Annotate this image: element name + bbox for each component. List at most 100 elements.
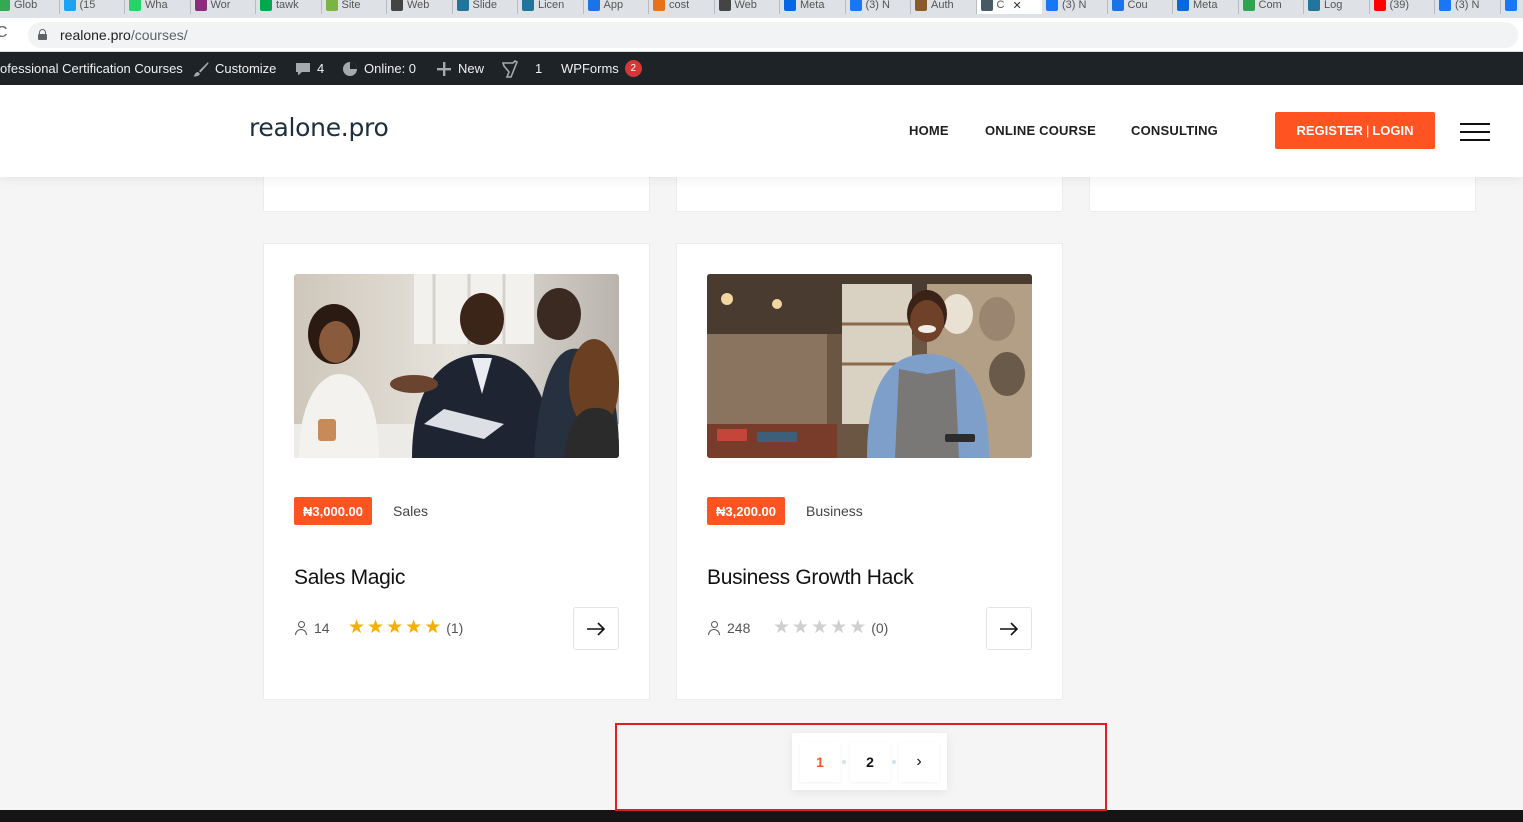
browser-tab[interactable]: Com [1239, 0, 1304, 14]
yoast-icon [501, 59, 519, 78]
site-logo[interactable]: realone.pro [249, 113, 389, 142]
tab-title: Wor [210, 0, 231, 11]
admin-bar-seo[interactable]: 1 [501, 52, 542, 85]
course-category[interactable]: Sales [393, 503, 428, 519]
admin-bar-comments[interactable]: 4 [295, 52, 324, 85]
browser-tab[interactable]: (3) N [1042, 0, 1108, 14]
tab-title: Meta [1193, 0, 1218, 11]
star-icon: ★ [792, 617, 810, 638]
browser-tab[interactable]: Cou [1108, 0, 1173, 14]
review-count: (1) [446, 620, 464, 636]
tab-favicon-icon [1177, 0, 1189, 11]
admin-bar-customize[interactable]: Customize [193, 52, 276, 85]
course-title[interactable]: Sales Magic [294, 566, 405, 590]
star-icon: ★ [424, 617, 442, 638]
browser-tab[interactable]: Auth [911, 0, 977, 14]
tab-favicon-icon [980, 0, 993, 11]
browser-tab[interactable]: (3) N [1435, 0, 1501, 14]
course-image-shop-owner[interactable] [707, 274, 1032, 458]
star-icon: ★ [773, 617, 791, 638]
tab-favicon-icon [1504, 0, 1517, 11]
tab-title: Slide [472, 0, 497, 11]
page-link-1[interactable]: 1 [800, 742, 840, 782]
course-students: 14 [294, 620, 330, 636]
browser-tab[interactable]: Log [1304, 0, 1370, 14]
reload-icon[interactable]: C [0, 24, 8, 42]
tab-favicon-icon [194, 0, 207, 11]
course-open-button[interactable] [986, 607, 1032, 650]
browser-tab[interactable] [1501, 0, 1523, 14]
tab-close-icon[interactable]: ✕ [1012, 0, 1021, 12]
star-icon: ★ [830, 617, 848, 638]
site-header: realone.pro HOME ONLINE COURSE CONSULTIN… [0, 85, 1523, 177]
browser-tab[interactable]: C ✕ [976, 0, 1042, 14]
tab-favicon-icon [522, 0, 534, 11]
tab-title: App [603, 0, 624, 11]
tab-title: C [996, 0, 1005, 11]
tab-favicon-icon [391, 0, 403, 11]
tab-title: Com [1258, 0, 1282, 11]
next-page-button[interactable]: › [899, 742, 939, 782]
tab-favicon-icon [1439, 0, 1451, 11]
browser-tab-strip: Glob (15 Wha Wor tawk Site Web Slide Licen App cos… [0, 0, 1523, 18]
course-card-sales-magic: ₦3,000.00 Sales Sales Magic 14 ★ ★ ★ ★ ★… [263, 243, 650, 700]
tab-favicon-icon [849, 0, 862, 11]
admin-bar-new[interactable]: New [436, 52, 484, 85]
star-icon: ★ [367, 617, 385, 638]
browser-tab[interactable]: Web [387, 0, 453, 14]
browser-tab[interactable]: tawk [256, 0, 322, 14]
course-title[interactable]: Business Growth Hack [707, 566, 914, 590]
browser-tab[interactable]: cost [649, 0, 715, 14]
login-link[interactable]: LOGIN [1372, 123, 1413, 138]
register-link[interactable]: REGISTER [1296, 123, 1362, 138]
browser-tab[interactable]: Meta [1173, 0, 1239, 14]
tab-favicon-icon [1111, 0, 1124, 11]
page-link-2[interactable]: 2 [850, 742, 890, 782]
course-rating: ★ ★ ★ ★ ★ (1) [348, 617, 464, 638]
course-open-button[interactable] [573, 607, 619, 650]
browser-tab[interactable]: Wor [191, 0, 256, 14]
site-footer [0, 810, 1523, 822]
star-icon: ★ [348, 617, 366, 638]
browser-tab[interactable]: Slide [453, 0, 518, 14]
hamburger-menu-icon[interactable] [1460, 123, 1490, 141]
url-field[interactable]: realone.pro/courses/ [28, 22, 1518, 48]
url-text: realone.pro/courses/ [60, 27, 188, 43]
tab-title: (39) [1389, 0, 1410, 11]
pagination: 1 2 › [792, 733, 947, 790]
browser-tab[interactable]: Wha [125, 0, 191, 14]
course-image-business-meeting[interactable] [294, 274, 619, 458]
course-category[interactable]: Business [806, 503, 863, 519]
browser-tab[interactable]: Site [322, 0, 387, 14]
browser-tab[interactable]: Glob [0, 0, 60, 14]
tab-favicon-icon [915, 0, 927, 11]
browser-tab[interactable]: Licen [518, 0, 584, 14]
tab-favicon-icon [260, 0, 272, 11]
browser-tab[interactable]: (39) [1370, 0, 1435, 14]
admin-bar-wpforms[interactable]: WPForms 2 [561, 52, 642, 85]
tab-title: Auth [931, 0, 954, 11]
browser-tab[interactable]: Web [715, 0, 780, 14]
nav-home[interactable]: HOME [909, 123, 949, 138]
tab-favicon-icon [1242, 0, 1255, 11]
admin-bar-site-name[interactable]: ofessional Certification Courses [0, 52, 183, 85]
course-rating: ★ ★ ★ ★ ★ (0) [773, 617, 888, 638]
tab-title: (3) N [1455, 0, 1480, 11]
student-count: 248 [727, 620, 751, 636]
browser-tab[interactable]: App [584, 0, 649, 14]
tab-title: Meta [800, 0, 825, 11]
browser-tab[interactable]: (15 [60, 0, 125, 14]
browser-tab[interactable]: Meta [780, 0, 846, 14]
lock-icon[interactable] [38, 29, 47, 40]
register-login-button[interactable]: REGISTER | LOGIN [1275, 112, 1435, 149]
tab-title: Site [341, 0, 361, 11]
tab-title: (3) N [865, 0, 890, 11]
tab-favicon-icon [129, 0, 141, 11]
browser-tab[interactable]: (3) N [846, 0, 911, 14]
brush-icon [193, 61, 209, 76]
admin-bar-online[interactable]: Online: 0 [342, 52, 416, 85]
nav-consulting[interactable]: CONSULTING [1131, 123, 1218, 138]
browser-address-bar: C realone.pro/courses/ [0, 18, 1523, 52]
nav-online-course[interactable]: ONLINE COURSE [985, 123, 1096, 138]
pie-chart-icon [343, 61, 357, 76]
